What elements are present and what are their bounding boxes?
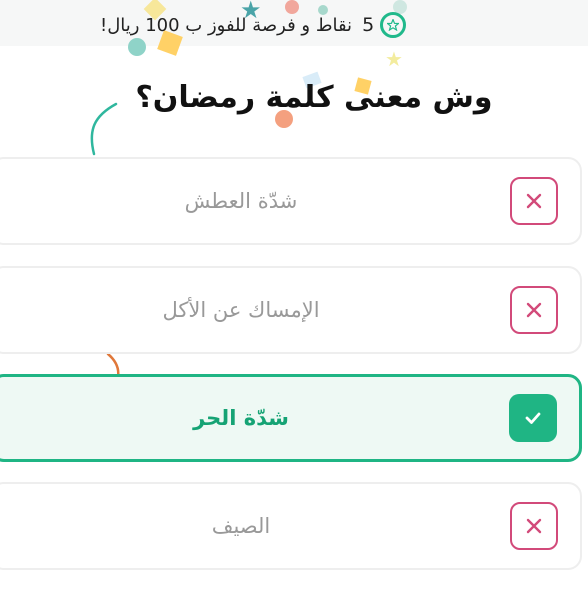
answer-option[interactable]: الصيف (0, 482, 582, 570)
answer-option-label: شدّة العطش (184, 189, 298, 213)
answer-options: شدّة العطش الإمساك عن الأكل شدّة الحر ال… (0, 0, 588, 611)
x-icon (510, 177, 558, 225)
answer-option-label: الإمساك عن الأكل (162, 298, 320, 322)
x-icon (510, 502, 558, 550)
answer-option[interactable]: شدّة العطش (0, 157, 582, 245)
answer-option[interactable]: الإمساك عن الأكل (0, 266, 582, 354)
check-icon (509, 394, 557, 442)
x-icon (510, 286, 558, 334)
answer-option-correct[interactable]: شدّة الحر (0, 374, 582, 462)
answer-option-label: الصيف (211, 514, 271, 538)
answer-option-label: شدّة الحر (193, 406, 289, 430)
